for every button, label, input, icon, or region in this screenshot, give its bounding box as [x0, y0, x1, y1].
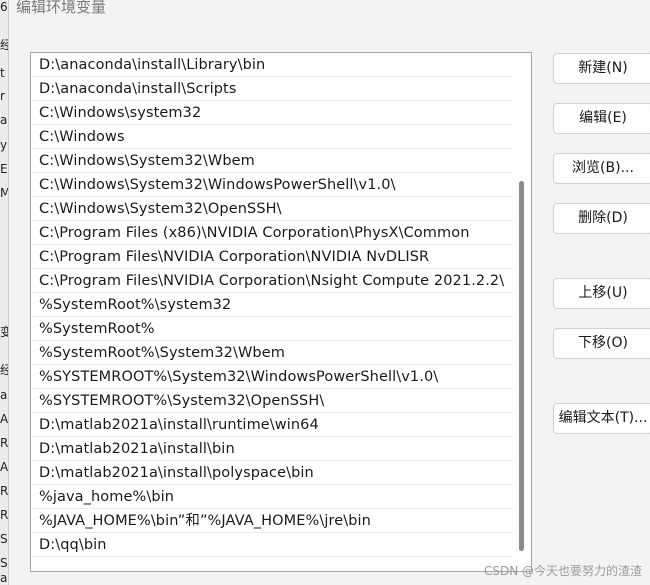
new-button[interactable]: 新建(N) [553, 53, 650, 84]
path-list-item[interactable]: D:\matlab2021a\install\runtime\win64 [32, 413, 513, 437]
move-down-button[interactable]: 下移(O) [553, 328, 650, 359]
bg-text-fragment: 6 [0, 0, 8, 14]
edit-text-button-label: 编辑文本(T)... [558, 410, 648, 426]
path-list-rows: D:\anaconda\install\Library\bin D:\anaco… [32, 53, 513, 557]
bg-text-fragment: 经 [0, 38, 8, 52]
bg-text-fragment: A [0, 412, 8, 426]
move-up-button-label: 上移(U) [578, 285, 628, 301]
bg-text-fragment: a [0, 113, 8, 127]
path-list-item[interactable]: %SystemRoot%\System32\Wbem [32, 341, 513, 365]
path-list-item[interactable]: %SystemRoot% [32, 317, 513, 341]
path-list-item[interactable]: C:\Windows [32, 125, 513, 149]
browse-button[interactable]: 浏览(B)... [553, 153, 650, 184]
bg-text-fragment: 变 [0, 325, 8, 339]
csdn-watermark: CSDN @今天也要努力的渣渣 [483, 564, 642, 578]
bg-text-fragment: M [0, 186, 8, 200]
bg-text-fragment: S [0, 556, 8, 570]
edit-text-button[interactable]: 编辑文本(T)... [553, 403, 650, 434]
bg-text-fragment: R [0, 484, 8, 498]
path-list-item[interactable]: D:\anaconda\install\Scripts [32, 77, 513, 101]
bg-text-fragment: A [0, 460, 8, 474]
path-list[interactable]: D:\anaconda\install\Library\bin D:\anaco… [30, 52, 532, 572]
background-window-strip: 6 经 t r a y E M 变 经 a A R A R R S S a [0, 0, 9, 585]
path-list-item[interactable]: C:\Windows\System32\WindowsPowerShell\v1… [32, 173, 513, 197]
path-list-item[interactable]: C:\Program Files\NVIDIA Corporation\Nsig… [32, 269, 513, 293]
path-list-item[interactable]: C:\Program Files\NVIDIA Corporation\NVID… [32, 245, 513, 269]
path-list-item[interactable]: C:\Windows\System32\Wbem [32, 149, 513, 173]
bg-text-fragment: a [0, 388, 8, 402]
path-list-item[interactable]: C:\Windows\system32 [32, 101, 513, 125]
path-list-item[interactable]: %JAVA_HOME%\bin”和”%JAVA_HOME%\jre\bin [32, 509, 513, 533]
path-list-item[interactable]: D:\matlab2021a\install\bin [32, 437, 513, 461]
scrollbar-thumb[interactable] [519, 181, 524, 551]
delete-button[interactable]: 删除(D) [553, 203, 650, 234]
path-list-item[interactable]: %SYSTEMROOT%\System32\OpenSSH\ [32, 389, 513, 413]
delete-button-label: 删除(D) [578, 210, 628, 226]
path-list-item[interactable]: C:\Windows\System32\OpenSSH\ [32, 197, 513, 221]
path-list-item[interactable]: D:\qq\bin [32, 533, 513, 557]
bg-text-fragment: E [0, 162, 8, 176]
bg-text-fragment: 经 [0, 363, 8, 377]
move-down-button-label: 下移(O) [578, 335, 628, 351]
dialog-title: 编辑环境变量 [16, 0, 107, 16]
path-list-item[interactable]: %SYSTEMROOT%\System32\WindowsPowerShell\… [32, 365, 513, 389]
bg-text-fragment: t [0, 66, 5, 80]
new-button-label: 新建(N) [578, 60, 628, 76]
move-up-button[interactable]: 上移(U) [553, 278, 650, 309]
edit-button[interactable]: 编辑(E) [553, 103, 650, 134]
path-list-item[interactable]: D:\matlab2021a\install\polyspace\bin [32, 461, 513, 485]
path-list-item[interactable]: D:\anaconda\install\Library\bin [32, 53, 513, 77]
bg-text-fragment: a [0, 571, 8, 585]
browse-button-label: 浏览(B)... [572, 160, 634, 176]
bg-text-fragment: R [0, 436, 8, 450]
path-list-item[interactable]: %java_home%\bin [32, 485, 513, 509]
bg-text-fragment: y [0, 138, 8, 152]
path-list-item[interactable]: C:\Program Files (x86)\NVIDIA Corporatio… [32, 221, 513, 245]
path-list-item[interactable]: %SystemRoot%\system32 [32, 293, 513, 317]
bg-text-fragment: r [0, 89, 5, 103]
bg-text-fragment: R [0, 508, 8, 522]
bg-text-fragment: S [0, 532, 8, 546]
edit-button-label: 编辑(E) [579, 110, 627, 126]
vertical-scrollbar[interactable] [518, 55, 526, 569]
